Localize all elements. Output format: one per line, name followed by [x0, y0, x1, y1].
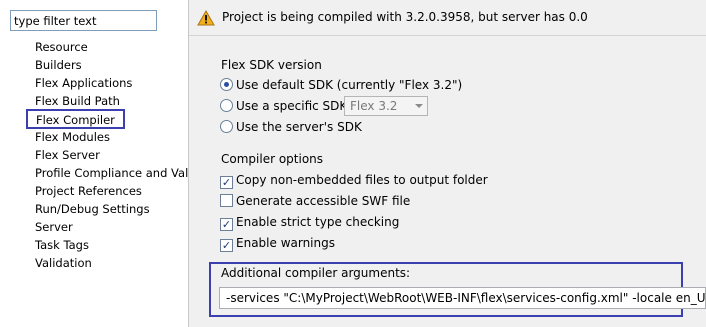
checkbox-checked-icon[interactable]: ✓ — [220, 218, 233, 231]
checkbox-unchecked-icon[interactable] — [220, 194, 233, 207]
default-sdk-label: Use default SDK (currently "Flex 3.2") — [236, 78, 463, 92]
server-sdk-radio[interactable]: Use the server's SDK — [220, 120, 362, 137]
preferences-nav-pane: Resource Builders Flex Applications Flex… — [0, 0, 198, 327]
strict-type-checkbox[interactable]: ✓ Enable strict type checking — [220, 215, 399, 232]
tree-item-resource[interactable]: Resource — [35, 38, 88, 56]
tree-item-flex-modules[interactable]: Flex Modules — [35, 128, 110, 146]
compiler-options-label: Compiler options — [221, 152, 324, 166]
specific-sdk-radio[interactable]: Use a specific SDK: — [220, 99, 351, 116]
tree-item-profile-compliance[interactable]: Profile Compliance and Valic — [35, 164, 198, 182]
tree-item-flex-compiler[interactable]: Flex Compiler — [26, 109, 125, 129]
copy-files-checkbox[interactable]: ✓ Copy non-embedded files to output folde… — [220, 173, 488, 190]
radio-unchecked-icon[interactable] — [220, 120, 233, 133]
tree-item-builders[interactable]: Builders — [35, 56, 82, 74]
filter-input[interactable] — [10, 10, 157, 31]
tree-item-run-debug-settings[interactable]: Run/Debug Settings — [35, 200, 150, 218]
accessible-swf-checkbox[interactable]: Generate accessible SWF file — [220, 194, 410, 211]
tree-item-server[interactable]: Server — [35, 218, 73, 236]
enable-warnings-checkbox[interactable]: ✓ Enable warnings — [220, 236, 335, 253]
chevron-down-icon — [415, 104, 423, 108]
server-sdk-label: Use the server's SDK — [236, 120, 362, 134]
enable-warnings-label: Enable warnings — [236, 236, 335, 250]
accessible-swf-label: Generate accessible SWF file — [236, 194, 411, 208]
args-label: Additional compiler arguments: — [221, 266, 411, 280]
tree-item-flex-server[interactable]: Flex Server — [35, 146, 100, 164]
radio-unchecked-icon[interactable] — [220, 99, 233, 112]
checkbox-checked-icon[interactable]: ✓ — [220, 239, 233, 252]
copy-files-label: Copy non-embedded files to output folder — [236, 173, 488, 187]
tree-item-validation[interactable]: Validation — [35, 254, 92, 272]
warning-icon — [197, 10, 215, 26]
warning-banner: Project is being compiled with 3.2.0.395… — [189, 0, 706, 36]
sdk-select[interactable]: Flex 3.2 — [344, 96, 428, 116]
tree-item-project-references[interactable]: Project References — [35, 182, 142, 200]
sdk-select-value: Flex 3.2 — [350, 99, 398, 113]
compiler-args-input[interactable]: -services "C:\MyProject\WebRoot\WEB-INF\… — [219, 287, 706, 309]
radio-checked-icon[interactable] — [220, 78, 233, 91]
tree-item-flex-applications[interactable]: Flex Applications — [35, 74, 132, 92]
strict-type-label: Enable strict type checking — [236, 215, 400, 229]
tree-item-task-tags[interactable]: Task Tags — [35, 236, 89, 254]
tree-item-flex-build-path[interactable]: Flex Build Path — [35, 92, 120, 110]
warning-text: Project is being compiled with 3.2.0.395… — [222, 10, 588, 24]
checkbox-checked-icon[interactable]: ✓ — [220, 176, 233, 189]
specific-sdk-label: Use a specific SDK: — [236, 99, 352, 113]
sdk-section-label: Flex SDK version — [221, 58, 322, 72]
default-sdk-radio[interactable]: Use default SDK (currently "Flex 3.2") — [220, 78, 462, 95]
